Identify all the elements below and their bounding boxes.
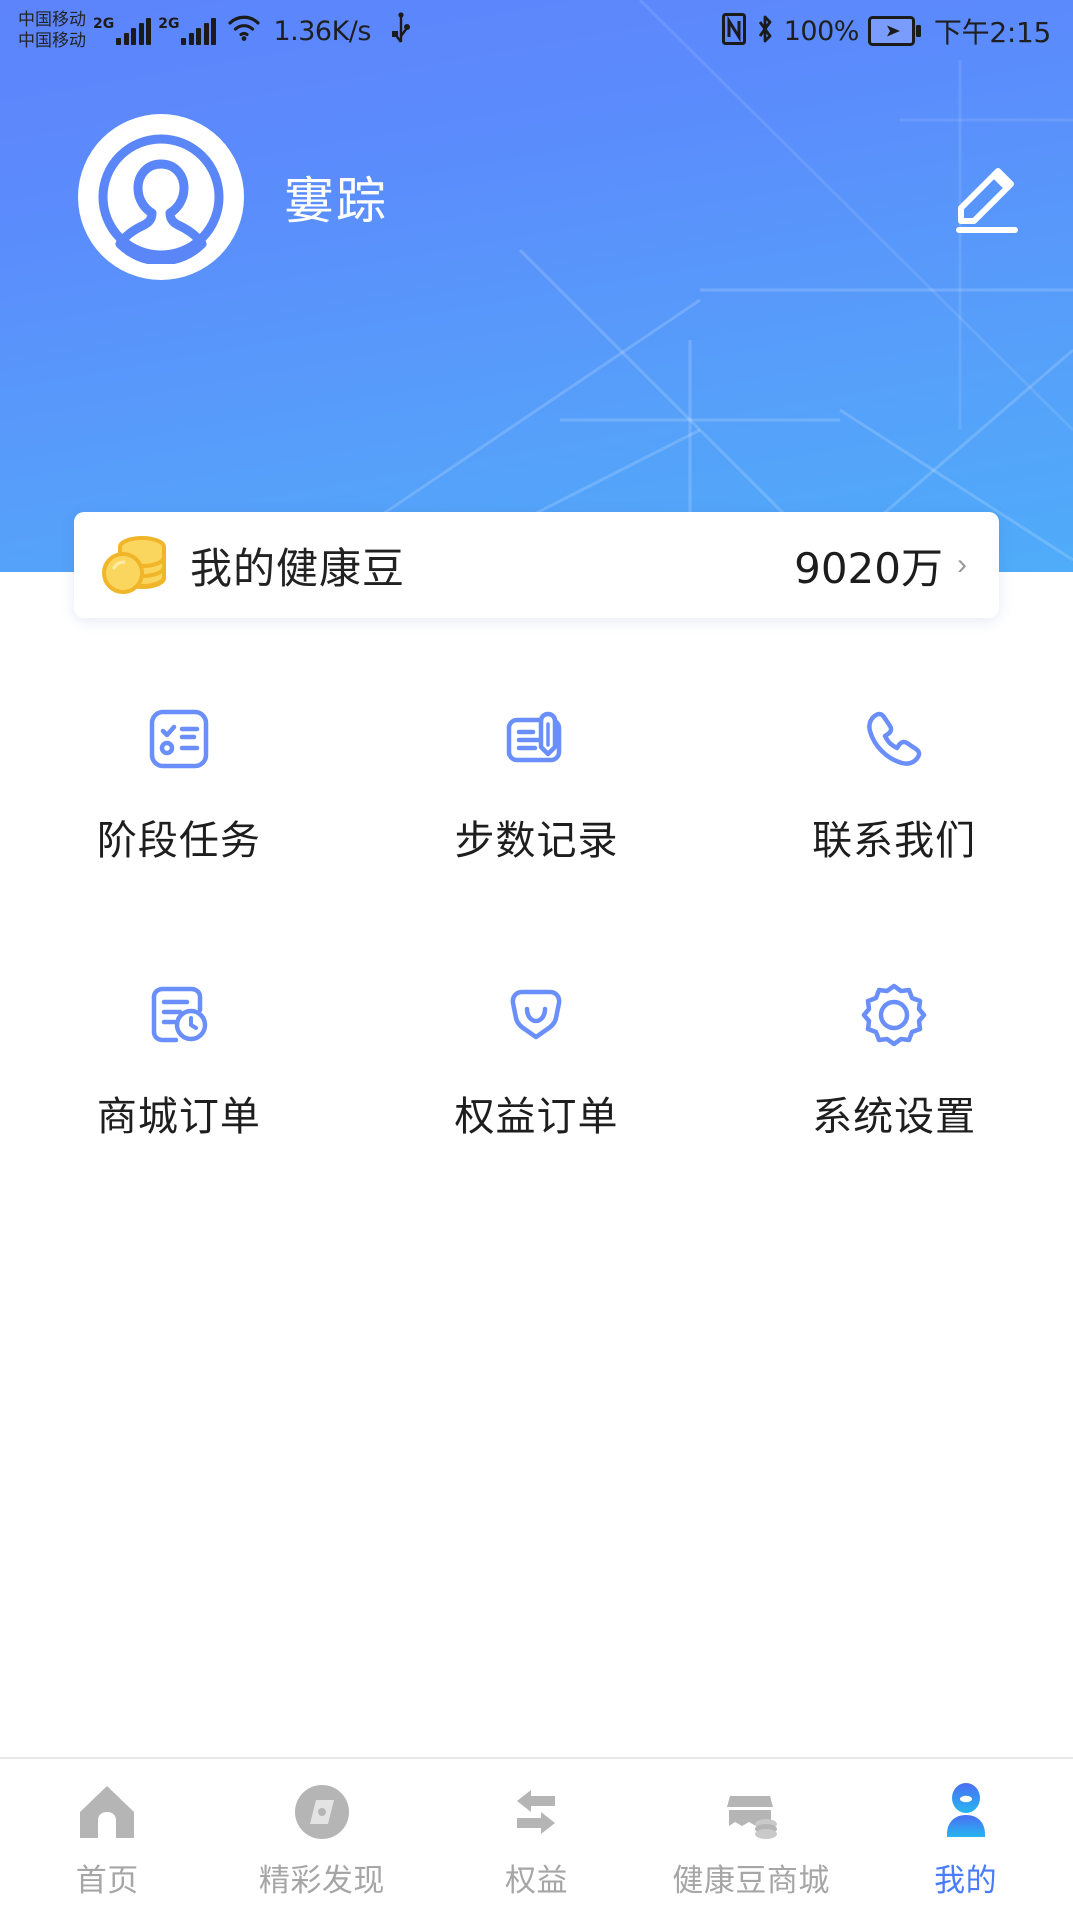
edit-profile-button[interactable] bbox=[939, 149, 1035, 245]
grid-item-stage-tasks[interactable]: 阶段任务 bbox=[0, 700, 358, 866]
battery-charging-icon bbox=[867, 16, 922, 46]
tab-label: 权益 bbox=[504, 1863, 568, 1899]
exchange-arrows-icon bbox=[503, 1775, 569, 1849]
quick-actions-grid: 阶段任务 步数记录 联系我们 商城订单 权益订单 系统设置 bbox=[0, 700, 1073, 1142]
status-bar-right: 100% 下午2:15 bbox=[721, 11, 1051, 51]
app-root: 中国移动 中国移动 2G 2G 1.36K/s 100% 下午2:15 寠踪 我… bbox=[0, 0, 1073, 1913]
clock-time: 下午2:15 bbox=[933, 16, 1051, 49]
shop-coins-icon bbox=[718, 1775, 784, 1849]
sim2-signal: 2G bbox=[158, 16, 217, 45]
profile-row: 寠踪 bbox=[0, 112, 1073, 282]
grid-item-label: 步数记录 bbox=[454, 818, 619, 864]
username: 寠踪 bbox=[284, 172, 388, 230]
health-beans-right: 9020万 › bbox=[794, 535, 967, 596]
grid-item-label: 阶段任务 bbox=[96, 818, 261, 864]
pencil-edit-icon bbox=[956, 168, 1018, 233]
grid-item-mall-orders[interactable]: 商城订单 bbox=[0, 976, 358, 1142]
grid-item-contact-us[interactable]: 联系我们 bbox=[715, 700, 1073, 866]
person-icon bbox=[933, 1775, 999, 1849]
grid-item-label: 商城订单 bbox=[96, 1094, 261, 1140]
sim1-signal: 2G bbox=[93, 16, 152, 45]
grid-item-label: 系统设置 bbox=[812, 1094, 977, 1140]
battery-percent: 100% bbox=[783, 15, 860, 47]
grid-item-step-records[interactable]: 步数记录 bbox=[358, 700, 716, 866]
chevron-right-icon: › bbox=[957, 548, 967, 581]
sim2-network-gen: 2G bbox=[158, 16, 180, 32]
tab-benefits[interactable]: 权益 bbox=[429, 1775, 644, 1900]
tab-home[interactable]: 首页 bbox=[0, 1775, 215, 1900]
usb-icon bbox=[390, 11, 412, 51]
tab-label: 精彩发现 bbox=[258, 1863, 385, 1899]
checklist-icon bbox=[142, 700, 216, 778]
gem-shield-icon bbox=[499, 976, 573, 1054]
network-speed: 1.36K/s bbox=[273, 15, 371, 47]
tab-label: 健康豆商城 bbox=[672, 1863, 830, 1899]
order-clock-icon bbox=[142, 976, 216, 1054]
tab-bean-mall[interactable]: 健康豆商城 bbox=[644, 1775, 859, 1900]
carrier-names: 中国移动 中国移动 bbox=[18, 10, 86, 52]
signal-bars-icon bbox=[181, 18, 217, 45]
sim1-network-gen: 2G bbox=[93, 16, 115, 32]
coin-stack-icon bbox=[102, 534, 168, 596]
home-icon bbox=[74, 1775, 140, 1849]
grid-item-label: 权益订单 bbox=[454, 1094, 619, 1140]
wifi-icon bbox=[227, 14, 261, 47]
grid-item-system-settings[interactable]: 系统设置 bbox=[715, 976, 1073, 1142]
tab-label: 我的 bbox=[934, 1863, 998, 1899]
status-bar: 中国移动 中国移动 2G 2G 1.36K/s 100% 下午2:15 bbox=[0, 0, 1073, 62]
profile-header: 中国移动 中国移动 2G 2G 1.36K/s 100% 下午2:15 寠踪 bbox=[0, 0, 1073, 572]
compass-icon bbox=[289, 1775, 355, 1849]
bluetooth-icon bbox=[755, 13, 775, 50]
tab-discover[interactable]: 精彩发现 bbox=[215, 1775, 430, 1900]
status-bar-left: 中国移动 中国移动 2G 2G 1.36K/s bbox=[18, 10, 412, 52]
avatar[interactable] bbox=[78, 114, 244, 280]
health-beans-label: 我的健康豆 bbox=[190, 543, 406, 593]
phone-icon bbox=[857, 700, 931, 778]
tab-mine[interactable]: 我的 bbox=[858, 1775, 1073, 1900]
user-avatar-icon bbox=[98, 134, 224, 264]
bottom-tab-bar: 首页 精彩发现 权益 健康豆商城 我的 bbox=[0, 1757, 1073, 1913]
carrier-sim2: 中国移动 bbox=[18, 31, 86, 51]
signal-bars-icon bbox=[116, 18, 152, 45]
gear-icon bbox=[857, 976, 931, 1054]
health-beans-value: 9020万 bbox=[794, 543, 943, 593]
carrier-sim1: 中国移动 bbox=[18, 10, 86, 30]
tab-label: 首页 bbox=[75, 1863, 139, 1899]
health-beans-card[interactable]: 我的健康豆 9020万 › bbox=[74, 512, 999, 618]
note-pen-icon bbox=[499, 700, 573, 778]
header-decorative-pattern bbox=[299, 0, 1073, 572]
nfc-icon bbox=[721, 12, 746, 50]
grid-item-label: 联系我们 bbox=[812, 818, 977, 864]
grid-item-benefit-orders[interactable]: 权益订单 bbox=[358, 976, 716, 1142]
